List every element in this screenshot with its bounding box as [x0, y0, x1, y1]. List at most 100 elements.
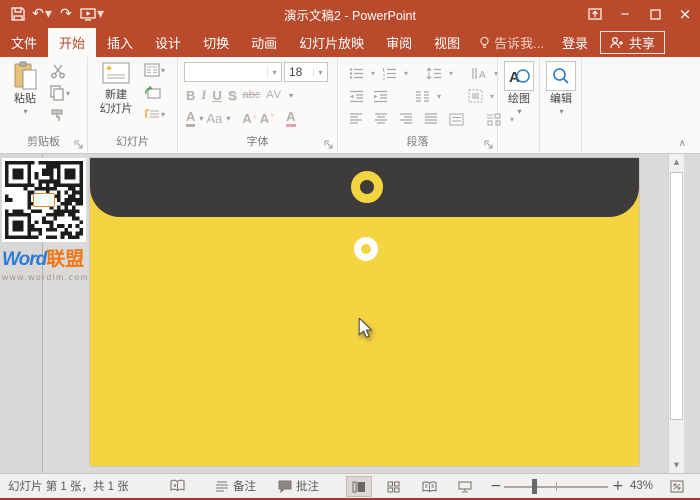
new-slide-button[interactable]: 新建 幻灯片 — [94, 61, 138, 117]
tab-file[interactable]: 文件 — [0, 28, 48, 57]
cut-button[interactable] — [50, 63, 66, 82]
format-painter-button[interactable] — [50, 107, 66, 126]
comments-button[interactable]: 批注 — [278, 474, 319, 498]
reset-slide-button[interactable] — [144, 85, 161, 104]
sign-in-button[interactable]: 登录 — [552, 28, 598, 57]
start-slideshow-button[interactable]: ▾ — [80, 3, 104, 25]
save-button[interactable] — [8, 3, 28, 25]
zoom-level[interactable]: 43% — [630, 474, 653, 498]
shrink-font-button[interactable]: A▾ — [260, 111, 274, 126]
align-center-button[interactable] — [371, 109, 391, 129]
redo-button[interactable]: ↷ — [56, 3, 76, 25]
zoom-out-button[interactable]: − — [490, 474, 502, 498]
zoom-in-button[interactable]: + — [612, 474, 624, 498]
character-spacing-button[interactable]: AV — [266, 89, 282, 101]
collapse-ribbon-button[interactable]: ∧ — [679, 138, 686, 149]
vertical-scrollbar[interactable]: ▲ ▼ — [668, 154, 684, 473]
share-button[interactable]: 共享 — [600, 31, 665, 54]
undo-caret-icon[interactable]: ▾ — [45, 7, 52, 21]
line-spacing-button[interactable] — [424, 63, 444, 83]
font-name-combobox[interactable]: ▾ — [184, 62, 282, 82]
fit-to-window-button[interactable] — [664, 476, 690, 497]
columns-caret-icon[interactable]: ▾ — [437, 92, 441, 101]
envelope-top-ring-shape[interactable] — [351, 171, 383, 203]
drawing-button[interactable]: A 绘图 ▾ — [500, 61, 538, 116]
tab-review[interactable]: 审阅 — [375, 28, 423, 57]
font-size-caret-icon[interactable]: ▾ — [313, 68, 327, 77]
scroll-up-button[interactable]: ▲ — [669, 154, 684, 170]
view-slideshow-button[interactable] — [452, 476, 478, 497]
title-bar: ↶ ▾ ↷ ▾ 演示文稿2 - PowerPoint — [0, 0, 700, 28]
close-button[interactable]: × — [670, 0, 700, 28]
align-left-button[interactable] — [346, 109, 366, 129]
svg-text:A: A — [479, 70, 486, 80]
view-slide-sorter-button[interactable] — [380, 476, 406, 497]
copy-caret-icon[interactable]: ▾ — [66, 89, 70, 98]
numbering-button[interactable] — [379, 63, 399, 83]
underline-button[interactable]: U — [212, 88, 221, 103]
font-color-button[interactable]: A — [186, 109, 195, 127]
bullets-button[interactable] — [346, 63, 366, 83]
strikethrough-button[interactable]: abc — [243, 89, 261, 101]
slideshow-caret-icon[interactable]: ▾ — [97, 7, 104, 21]
change-case-button[interactable]: Aa — [206, 111, 222, 126]
spacing-caret-icon[interactable]: ▾ — [289, 91, 293, 100]
change-case-caret-icon[interactable]: ▾ — [226, 114, 230, 123]
tab-transitions[interactable]: 切换 — [192, 28, 240, 57]
paragraph-dialog-launcher[interactable] — [484, 138, 494, 148]
columns-button[interactable] — [412, 86, 432, 106]
align-text-button[interactable] — [465, 86, 485, 106]
paste-button[interactable]: 粘贴 ▾ — [5, 61, 45, 116]
tab-home[interactable]: 开始 — [48, 28, 96, 57]
layout-caret-icon[interactable]: ▾ — [161, 66, 165, 75]
slide-canvas[interactable] — [90, 158, 639, 466]
tab-design[interactable]: 设计 — [144, 28, 192, 57]
drawing-caret-icon[interactable]: ▾ — [517, 107, 521, 116]
distribute-button[interactable] — [446, 109, 466, 129]
slides-group-label: 幻灯片 — [88, 133, 177, 149]
align-text-caret-icon[interactable]: ▾ — [490, 92, 494, 101]
bullets-caret-icon[interactable]: ▾ — [371, 69, 375, 78]
view-reading-button[interactable] — [416, 476, 442, 497]
view-normal-button[interactable] — [346, 476, 372, 497]
clear-formatting-button[interactable]: A — [286, 109, 295, 127]
undo-button[interactable]: ↶ ▾ — [32, 3, 52, 25]
paste-caret-icon[interactable]: ▾ — [23, 107, 27, 116]
font-dialog-launcher[interactable] — [324, 138, 334, 148]
grow-font-button[interactable]: A▴ — [242, 111, 256, 126]
text-shadow-button[interactable]: S — [228, 88, 237, 103]
justify-button[interactable] — [421, 109, 441, 129]
font-color-caret-icon[interactable]: ▾ — [199, 114, 203, 123]
tab-animations[interactable]: 动画 — [240, 28, 288, 57]
align-right-button[interactable] — [396, 109, 416, 129]
proofing-status-button[interactable] — [170, 474, 185, 498]
layout-button[interactable]: ▾ — [144, 63, 165, 77]
section-caret-icon[interactable]: ▾ — [161, 110, 165, 119]
font-name-caret-icon[interactable]: ▾ — [267, 68, 281, 77]
font-size-combobox[interactable]: 18 ▾ — [284, 62, 328, 82]
scroll-down-button[interactable]: ▼ — [669, 457, 684, 473]
text-direction-button[interactable]: A — [469, 63, 489, 83]
tab-view[interactable]: 视图 — [423, 28, 471, 57]
zoom-slider-thumb[interactable] — [532, 479, 537, 494]
ribbon-display-options-button[interactable] — [580, 0, 610, 28]
maximize-button[interactable] — [640, 0, 670, 28]
notes-button[interactable]: 备注 — [215, 474, 256, 498]
minimize-button[interactable]: ─ — [610, 0, 640, 28]
section-button[interactable]: ▾ — [144, 107, 165, 121]
tab-slideshow[interactable]: 幻灯片放映 — [288, 28, 375, 57]
numbering-caret-icon[interactable]: ▾ — [404, 69, 408, 78]
copy-button[interactable]: ▾ — [50, 85, 70, 101]
editing-caret-icon[interactable]: ▾ — [559, 107, 563, 116]
scrollbar-thumb[interactable] — [670, 172, 683, 420]
bold-button[interactable]: B — [186, 88, 195, 103]
tell-me-box[interactable]: 告诉我... — [471, 28, 552, 57]
editing-button[interactable]: 编辑 ▾ — [542, 61, 580, 116]
envelope-bottom-ring-shape[interactable] — [354, 237, 378, 261]
italic-button[interactable]: I — [201, 87, 206, 103]
tab-insert[interactable]: 插入 — [96, 28, 144, 57]
increase-indent-button[interactable] — [370, 86, 390, 106]
clipboard-dialog-launcher[interactable] — [74, 138, 84, 148]
decrease-indent-button[interactable] — [346, 86, 366, 106]
line-spacing-caret-icon[interactable]: ▾ — [449, 69, 453, 78]
